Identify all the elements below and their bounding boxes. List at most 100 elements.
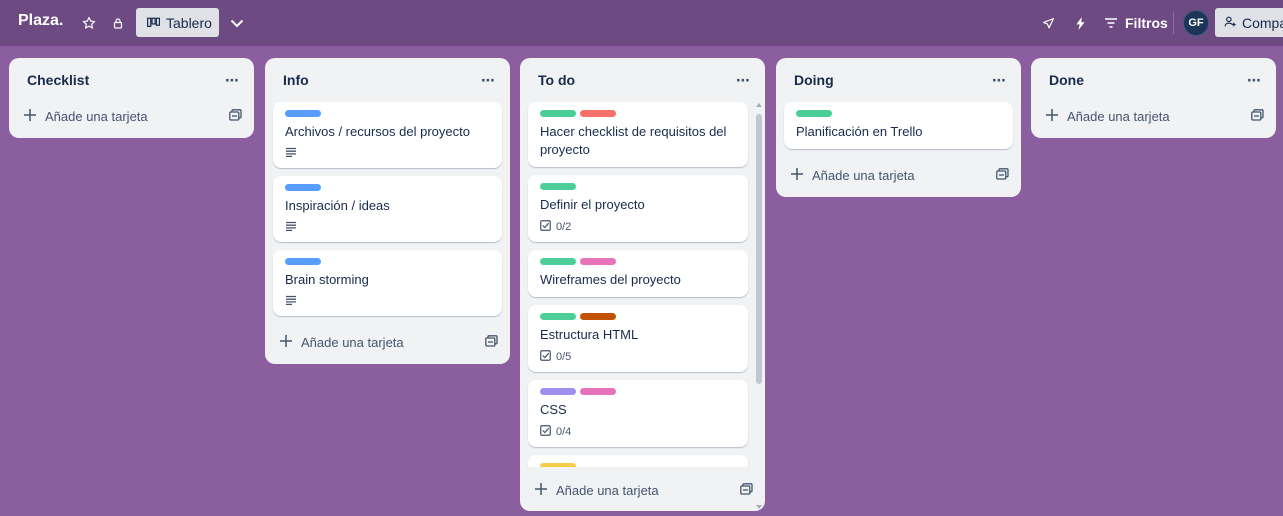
list-title[interactable]: Info [283, 72, 309, 88]
card-list: Planificación en Trello [776, 102, 1021, 149]
add-card-label: Añade una tarjeta [556, 482, 659, 498]
plus-icon [535, 482, 547, 498]
checklist-icon [540, 220, 551, 234]
more-options-icon[interactable]: ⋯ [736, 72, 751, 89]
list-header: Done ⋯ [1031, 58, 1276, 102]
more-options-icon[interactable]: ⋯ [225, 72, 240, 89]
list-header: To do ⋯ [520, 58, 765, 102]
scrollbar-thumb[interactable] [756, 114, 762, 384]
rocket-icon[interactable] [1038, 13, 1058, 33]
checklist-icon [540, 425, 551, 439]
scrollbar[interactable] [756, 102, 762, 510]
card-label[interactable] [540, 183, 576, 190]
list-done: Done ⋯ Añade una tarjeta [1031, 58, 1276, 138]
card[interactable]: Hacer checklist de requisitos del proyec… [528, 102, 748, 167]
checklist-icon [540, 350, 551, 364]
card-title: Inspiración / ideas [285, 198, 390, 213]
template-icon[interactable] [996, 167, 1009, 183]
card-label[interactable] [580, 258, 616, 265]
board-view-button[interactable]: Tablero [136, 8, 219, 37]
filters-button[interactable]: Filtros [1125, 15, 1168, 31]
card[interactable]: Archivos / recursos del proyecto [273, 102, 502, 168]
list-header: Checklist ⋯ [9, 58, 254, 102]
template-icon[interactable] [1251, 108, 1264, 124]
checklist-count: 0/5 [556, 351, 572, 363]
header-divider [1173, 12, 1174, 34]
card-title: Brain storming [285, 272, 369, 287]
card[interactable]: Wireframes del proyecto [528, 250, 748, 297]
checklist-count: 0/4 [556, 426, 572, 438]
list-title[interactable]: Checklist [27, 72, 89, 88]
add-card-label: Añade una tarjeta [1067, 108, 1170, 124]
list-doing: Doing ⋯ Planificación en Trello Añade un… [776, 58, 1021, 197]
plus-icon [1046, 108, 1058, 124]
add-card-label: Añade una tarjeta [812, 167, 915, 183]
card-label[interactable] [580, 313, 616, 320]
card[interactable]: CSS 0/4 [528, 380, 748, 447]
list-to-do: To do ⋯ Hacer checklist de requisitos de… [520, 58, 765, 511]
more-options-icon[interactable]: ⋯ [481, 72, 496, 89]
share-label: Compartir [1242, 14, 1283, 31]
card-label[interactable] [540, 388, 576, 395]
description-icon [285, 295, 297, 308]
list-info: Info ⋯ Archivos / recursos del proyecto … [265, 58, 510, 364]
card[interactable]: Planificación en Trello [784, 102, 1013, 149]
list-title[interactable]: Done [1049, 72, 1084, 88]
add-card-label: Añade una tarjeta [301, 334, 404, 350]
add-card-row[interactable]: Añade una tarjeta [776, 157, 1021, 193]
card[interactable] [528, 455, 748, 467]
card-label[interactable] [580, 110, 616, 117]
card-title: Estructura HTML [540, 327, 639, 342]
card-title: Wireframes del proyecto [540, 272, 681, 287]
add-card-row[interactable]: Añade una tarjeta [9, 98, 254, 134]
board-icon [147, 15, 161, 31]
card-label[interactable] [285, 184, 321, 191]
list-checklist: Checklist ⋯ Añade una tarjeta [9, 58, 254, 138]
card-label[interactable] [285, 110, 321, 117]
card-label[interactable] [540, 110, 576, 117]
card[interactable]: Estructura HTML 0/5 [528, 305, 748, 372]
template-icon[interactable] [229, 108, 242, 124]
template-icon[interactable] [740, 482, 753, 498]
card-label[interactable] [580, 388, 616, 395]
avatar[interactable]: GF [1183, 10, 1209, 36]
share-icon [1224, 15, 1237, 31]
plus-icon [24, 108, 36, 124]
card-title: Archivos / recursos del proyecto [285, 124, 470, 139]
more-options-icon[interactable]: ⋯ [1247, 72, 1262, 89]
lock-icon[interactable] [108, 13, 128, 33]
card[interactable]: Inspiración / ideas [273, 176, 502, 242]
card[interactable]: Definir el proyecto 0/2 [528, 175, 748, 242]
card-label[interactable] [540, 313, 576, 320]
plus-icon [791, 167, 803, 183]
card-label[interactable] [796, 110, 832, 117]
card-title: Hacer checklist de requisitos del proyec… [540, 124, 727, 157]
lightning-icon[interactable] [1070, 13, 1090, 33]
share-button[interactable]: Compartir [1215, 8, 1283, 37]
add-card-row[interactable]: Añade una tarjeta [520, 472, 765, 508]
description-icon [285, 221, 297, 234]
card-label[interactable] [540, 258, 576, 265]
add-card-row[interactable]: Añade una tarjeta [1031, 98, 1276, 134]
plus-icon [280, 334, 292, 350]
card-label[interactable] [285, 258, 321, 265]
add-card-row[interactable]: Añade una tarjeta [265, 324, 510, 360]
card-list: Hacer checklist de requisitos del proyec… [520, 102, 765, 467]
card-title: CSS [540, 402, 567, 417]
add-card-label: Añade una tarjeta [45, 108, 148, 124]
description-icon [285, 147, 297, 160]
list-title[interactable]: To do [538, 72, 575, 88]
avatar-initials: GF [1188, 17, 1204, 29]
list-header: Doing ⋯ [776, 58, 1021, 102]
card-label[interactable] [540, 463, 576, 467]
chevron-down-icon[interactable] [227, 13, 247, 33]
star-icon[interactable] [79, 13, 99, 33]
card[interactable]: Brain storming [273, 250, 502, 316]
more-options-icon[interactable]: ⋯ [992, 72, 1007, 89]
template-icon[interactable] [485, 334, 498, 350]
list-title[interactable]: Doing [794, 72, 834, 88]
filter-icon[interactable] [1101, 13, 1121, 33]
board-title[interactable]: Plaza. [18, 12, 63, 30]
card-title: Planificación en Trello [796, 124, 923, 139]
card-list: Archivos / recursos del proyecto Inspira… [265, 102, 510, 316]
